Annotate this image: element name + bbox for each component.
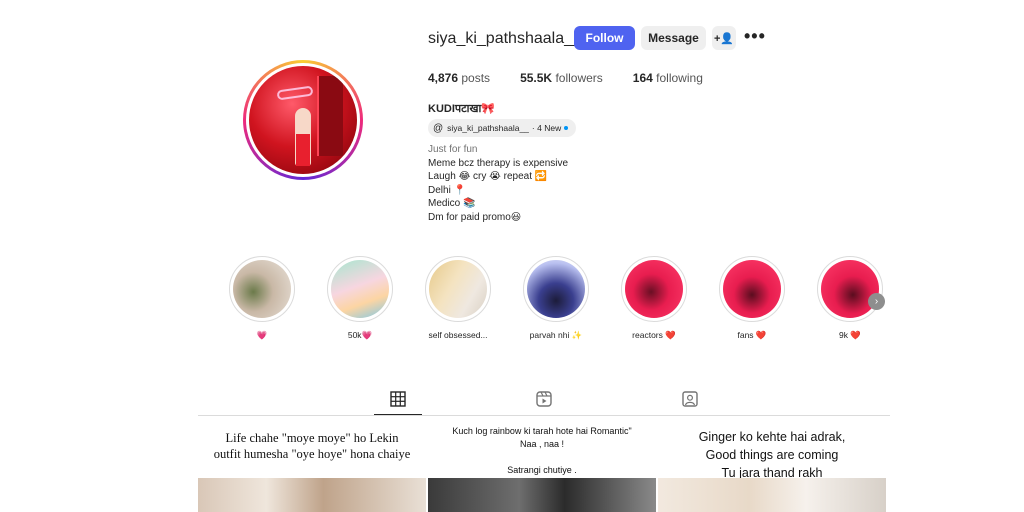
avatar-neon-sign [276,85,314,101]
bio-line: Medico 📚 [428,198,476,210]
highlight-cover [331,260,389,318]
display-name: KUDIपटाखा🎀 [428,103,496,115]
avatar-border [246,63,360,177]
highlight-label: 50k💗 [347,330,373,340]
post-caption: Kuch log rainbow ki tarah hote hai Roman… [428,425,656,477]
highlight-label: reactors ❤️ [632,330,676,340]
profile-category: Just for fun [428,144,478,155]
highlight-cover [233,260,291,318]
message-button[interactable]: Message [641,26,706,50]
avatar-door [317,76,343,156]
highlight-item[interactable]: fans ❤️ [717,256,787,341]
highlight-label: self obsessed... [428,330,488,340]
highlight-label: 9k ❤️ [839,330,861,340]
post-caption-line: Satrangi chutiye . [507,465,577,475]
tab-reels[interactable] [535,390,553,408]
bio-line: Dm for paid promo😃 [428,211,522,223]
reels-icon [536,391,552,407]
highlight-item[interactable]: 50k💗 [325,256,395,341]
avatar-person [295,108,311,166]
post-caption-line: Life chahe "moye moye" ho Lekin [225,431,399,445]
threads-icon: @ [433,122,444,134]
highlight-item[interactable]: 💗 [227,256,297,341]
threads-badge[interactable]: @ siya_ki_pathshaala__ · 4 New [428,119,577,137]
profile-avatar[interactable] [243,60,363,180]
highlight-label: parvah nhi ✨ [529,330,583,340]
highlight-cover [625,260,683,318]
highlight-cover [527,260,585,318]
stat-followers[interactable]: 55.5K followers [520,71,603,85]
stat-label: following [656,71,703,85]
highlight-label: fans ❤️ [737,330,767,340]
highlight-ring [327,256,393,322]
post-caption: Life chahe "moye moye" ho Lekin outfit h… [198,430,426,462]
post-caption-line: outfit humesha "oye hoye" hona chaiye [213,447,411,461]
highlight-cover [429,260,487,318]
username: siya_ki_pathshaala__ [428,30,582,47]
highlight-item[interactable]: self obsessed... [423,256,493,340]
highlights-next-button[interactable]: › [868,293,885,310]
tagged-icon [682,391,698,407]
threads-handle: siya_ki_pathshaala__ [447,123,529,133]
chevron-right-icon: › [874,296,879,307]
bio-line: Laugh 😂 cry 😭 repeat 🔁 [428,171,548,183]
stat-posts: 4,876 posts [428,71,490,85]
more-icon: ••• [744,26,766,46]
post-photo [428,478,656,512]
stat-count: 4,876 [428,71,459,85]
post-photo [658,478,886,512]
tab-posts[interactable] [389,390,407,408]
stat-label: followers [555,71,603,85]
highlight-ring [719,256,785,322]
stat-following[interactable]: 164 following [633,71,703,85]
post-tile[interactable]: Ginger ko kehte hai adrak, Good things a… [658,420,886,512]
highlight-item[interactable]: parvah nhi ✨ [521,256,591,341]
highlight-ring [621,256,687,322]
threads-new-count: · 4 New [531,123,562,133]
post-caption-line [428,451,656,464]
add-user-icon: +👤 [713,32,735,45]
post-caption-line: Kuch log rainbow ki tarah hote hai Roman… [452,426,632,436]
bio-line: Meme bcz therapy is expensive [428,158,569,169]
tab-tagged[interactable] [681,390,699,408]
highlight-cover [723,260,781,318]
profile-stats: 4,876 posts 55.5K followers 164 followin… [428,71,733,85]
post-tile[interactable]: Kuch log rainbow ki tarah hote hai Roman… [428,420,656,512]
post-caption-line: Good things are coming [705,448,839,462]
avatar-photo [249,66,357,174]
post-caption-line: Naa , naa ! [519,439,565,449]
highlight-ring [817,256,883,322]
highlight-ring [229,256,295,322]
suggest-user-button[interactable]: +👤 [712,26,736,50]
new-dot-icon [564,126,569,130]
active-tab-indicator [374,414,422,415]
post-caption: Ginger ko kehte hai adrak, Good things a… [658,428,886,482]
highlight-cover [821,260,879,318]
highlight-ring [523,256,589,322]
stat-count: 164 [632,71,653,85]
stat-count: 55.5K [520,71,553,85]
follow-button[interactable]: Follow [574,26,635,50]
more-options-button[interactable]: ••• [744,26,766,46]
highlight-label: 💗 [256,330,268,340]
tabs-divider [198,415,890,416]
stat-label: posts [461,71,491,85]
post-tile[interactable]: Life chahe "moye moye" ho Lekin outfit h… [198,420,426,512]
grid-icon [390,391,406,407]
bio-line: Delhi 📍 [428,184,467,196]
highlight-item[interactable]: reactors ❤️ [619,256,689,341]
highlight-ring [425,256,491,322]
bio-text: Meme bcz therapy is expensive Laugh 😂 cr… [428,157,568,224]
post-photo [198,478,426,512]
post-caption-line: Ginger ko kehte hai adrak, [698,430,846,444]
